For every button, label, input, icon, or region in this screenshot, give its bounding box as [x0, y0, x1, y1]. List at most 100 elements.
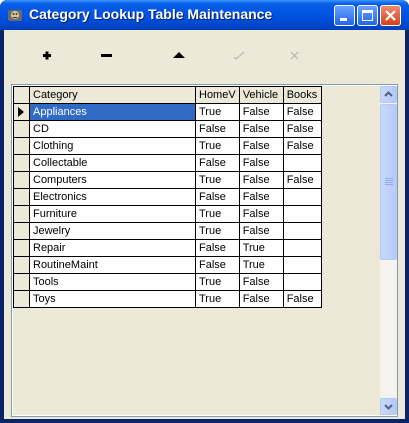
- cell-homev[interactable]: True: [195, 137, 240, 155]
- cell-homev[interactable]: False: [195, 256, 240, 274]
- column-header-homev[interactable]: HomeV: [195, 86, 240, 104]
- scroll-thumb[interactable]: [380, 104, 397, 260]
- cell-homev[interactable]: True: [195, 222, 240, 240]
- close-button[interactable]: [380, 5, 401, 26]
- maximize-button[interactable]: [357, 5, 378, 26]
- grid-area: Category HomeV Vehicle Books Appliances …: [13, 86, 380, 415]
- cell-books[interactable]: [282, 256, 322, 274]
- edit-button[interactable]: [157, 42, 197, 70]
- cell-homev[interactable]: True: [195, 273, 240, 291]
- add-button[interactable]: [26, 42, 66, 70]
- close-icon: [385, 10, 396, 21]
- cell-category[interactable]: CD: [29, 120, 196, 138]
- cell-category[interactable]: Toys: [29, 290, 196, 308]
- maximize-icon: [362, 10, 373, 21]
- row-indicator: [13, 205, 30, 223]
- cell-category[interactable]: Jewelry: [29, 222, 196, 240]
- category-table: Category HomeV Vehicle Books Appliances …: [13, 86, 322, 308]
- cell-vehicle[interactable]: False: [238, 273, 284, 291]
- title-bar[interactable]: Category Lookup Table Maintenance: [0, 0, 409, 30]
- scroll-up-button[interactable]: [380, 86, 397, 103]
- cell-category[interactable]: Repair: [29, 239, 196, 257]
- row-indicator: [13, 103, 30, 121]
- cell-category[interactable]: Computers: [29, 171, 196, 189]
- cell-books[interactable]: [282, 222, 322, 240]
- table-row[interactable]: Jewelry True False: [13, 222, 322, 240]
- table-row[interactable]: Clothing True False False: [13, 137, 322, 155]
- checkmark-icon: [233, 51, 245, 60]
- cell-vehicle[interactable]: False: [238, 137, 284, 155]
- chevron-down-icon: [384, 404, 393, 410]
- table-row[interactable]: Toys True False False: [13, 290, 322, 308]
- cell-homev[interactable]: False: [195, 239, 240, 257]
- plus-icon: [43, 51, 51, 60]
- table-row[interactable]: Furniture True False: [13, 205, 322, 223]
- window-title: Category Lookup Table Maintenance: [29, 6, 273, 22]
- client-area: Category HomeV Vehicle Books Appliances …: [4, 30, 405, 419]
- cell-vehicle[interactable]: False: [238, 205, 284, 223]
- cell-vehicle[interactable]: False: [238, 290, 284, 308]
- row-header-corner: [13, 86, 30, 104]
- toolbar: [4, 30, 405, 82]
- cell-books[interactable]: False: [282, 137, 322, 155]
- column-header-category[interactable]: Category: [29, 86, 196, 104]
- cell-vehicle[interactable]: True: [238, 256, 284, 274]
- cell-books[interactable]: False: [282, 103, 322, 121]
- cell-vehicle[interactable]: False: [238, 188, 284, 206]
- cell-category[interactable]: Collectable: [29, 154, 196, 172]
- cell-vehicle[interactable]: False: [238, 120, 284, 138]
- cell-category[interactable]: Clothing: [29, 137, 196, 155]
- column-header-books[interactable]: Books: [282, 86, 322, 104]
- cell-homev[interactable]: True: [195, 103, 240, 121]
- cell-homev[interactable]: False: [195, 188, 240, 206]
- row-indicator: [13, 137, 30, 155]
- table-row[interactable]: RoutineMaint False True: [13, 256, 322, 274]
- table-row[interactable]: Repair False True: [13, 239, 322, 257]
- delete-button[interactable]: [86, 42, 126, 70]
- cell-books[interactable]: False: [282, 120, 322, 138]
- cancel-button[interactable]: [275, 42, 315, 70]
- table-row[interactable]: Electronics False False: [13, 188, 322, 206]
- cell-homev[interactable]: False: [195, 120, 240, 138]
- cell-books[interactable]: False: [282, 290, 322, 308]
- cell-books[interactable]: [282, 188, 322, 206]
- cell-vehicle[interactable]: True: [238, 239, 284, 257]
- cell-books[interactable]: [282, 205, 322, 223]
- cell-vehicle[interactable]: False: [238, 222, 284, 240]
- cell-category[interactable]: Furniture: [29, 205, 196, 223]
- cell-books[interactable]: [282, 239, 322, 257]
- row-indicator: [13, 120, 30, 138]
- category-grid[interactable]: Category HomeV Vehicle Books Appliances …: [11, 84, 398, 417]
- window: Category Lookup Table Maintenance Catego…: [0, 0, 409, 423]
- cell-category[interactable]: RoutineMaint: [29, 256, 196, 274]
- table-row[interactable]: Tools True False: [13, 273, 322, 291]
- cell-homev[interactable]: True: [195, 290, 240, 308]
- row-indicator: [13, 256, 30, 274]
- table-row[interactable]: CD False False False: [13, 120, 322, 138]
- row-indicator: [13, 222, 30, 240]
- cell-vehicle[interactable]: False: [238, 154, 284, 172]
- row-indicator: [13, 154, 30, 172]
- scroll-down-button[interactable]: [380, 398, 397, 415]
- vertical-scrollbar[interactable]: [380, 86, 397, 415]
- cell-homev[interactable]: False: [195, 154, 240, 172]
- cell-books[interactable]: [282, 273, 322, 291]
- table-row[interactable]: Collectable False False: [13, 154, 322, 172]
- cell-homev[interactable]: True: [195, 205, 240, 223]
- cell-category[interactable]: Electronics: [29, 188, 196, 206]
- cell-books[interactable]: False: [282, 171, 322, 189]
- table-row[interactable]: Appliances True False False: [13, 103, 322, 121]
- chevron-up-icon: [384, 91, 393, 97]
- table-row[interactable]: Computers True False False: [13, 171, 322, 189]
- cell-category[interactable]: Appliances: [29, 103, 196, 121]
- cell-homev[interactable]: True: [195, 171, 240, 189]
- cell-category[interactable]: Tools: [29, 273, 196, 291]
- cell-vehicle[interactable]: False: [238, 103, 284, 121]
- minimize-button[interactable]: [334, 5, 355, 26]
- post-button[interactable]: [219, 42, 259, 70]
- row-indicator: [13, 171, 30, 189]
- cell-books[interactable]: [282, 154, 322, 172]
- column-header-vehicle[interactable]: Vehicle: [238, 86, 284, 104]
- row-indicator: [13, 290, 30, 308]
- cell-vehicle[interactable]: False: [238, 171, 284, 189]
